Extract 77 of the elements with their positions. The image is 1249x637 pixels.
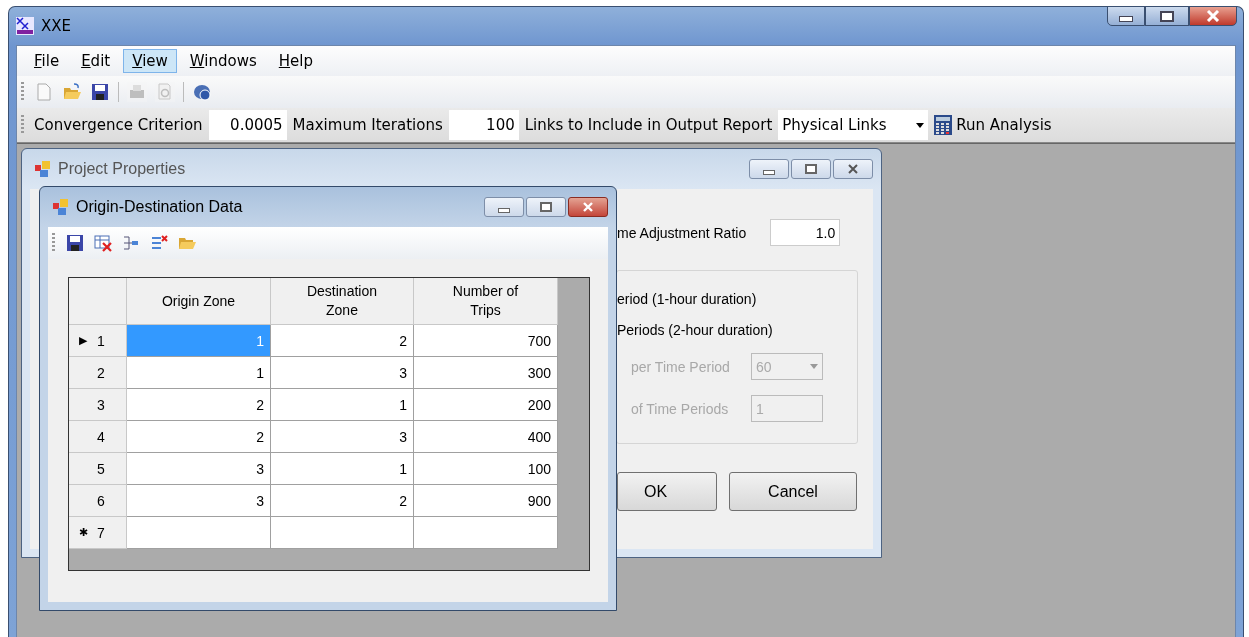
close-icon xyxy=(1206,10,1220,22)
minimize-icon xyxy=(498,207,510,213)
menu-item[interactable]: Edit xyxy=(72,49,120,73)
convergence-field[interactable]: 0.0005 xyxy=(208,110,287,140)
insert-row-icon xyxy=(121,233,141,253)
minimize-icon xyxy=(1119,16,1133,22)
row-header[interactable]: 3 xyxy=(69,389,127,421)
row-header[interactable]: ▶ 1 xyxy=(69,325,127,357)
menu-item[interactable]: View xyxy=(123,49,177,73)
table-cell[interactable] xyxy=(414,517,558,549)
table-delete-icon xyxy=(93,233,113,253)
links-dropdown[interactable]: Physical Links xyxy=(778,110,929,140)
table-cell[interactable]: 3 xyxy=(271,357,414,389)
maximize-icon xyxy=(1160,10,1174,22)
maximize-button[interactable] xyxy=(791,159,831,179)
form-icon xyxy=(52,198,70,216)
dialog-title: Project Properties xyxy=(58,160,186,178)
folder-icon xyxy=(62,82,82,102)
table-cell[interactable]: 3 xyxy=(271,421,414,453)
table-cell[interactable]: 400 xyxy=(414,421,558,453)
links-label: Links to Include in Output Report xyxy=(523,116,774,134)
ratio-label: me Adjustment Ratio xyxy=(617,224,747,241)
close-icon xyxy=(582,202,594,212)
table-cell[interactable]: 3 xyxy=(127,485,271,517)
table-cell[interactable] xyxy=(127,517,271,549)
per-period-label: per Time Period xyxy=(631,358,731,375)
table-cell[interactable]: 900 xyxy=(414,485,558,517)
dropdown-arrow-icon xyxy=(916,122,925,128)
minimize-button[interactable] xyxy=(484,197,524,217)
table-cell[interactable] xyxy=(271,517,414,549)
periods-label: of Time Periods xyxy=(631,400,730,417)
column-header[interactable]: Destination Zone xyxy=(271,278,414,325)
help-book-icon xyxy=(192,82,212,102)
window-title: Origin-Destination Data xyxy=(76,198,243,216)
table-cell[interactable]: 3 xyxy=(127,453,271,485)
maximize-button[interactable] xyxy=(526,197,566,217)
iterations-label: Maximum Iterations xyxy=(291,116,444,134)
convergence-label: Convergence Criterion xyxy=(33,116,204,134)
table-cell[interactable]: 2 xyxy=(271,325,414,357)
minimize-button[interactable] xyxy=(749,159,789,179)
table-cell[interactable]: 100 xyxy=(414,453,558,485)
minimize-button[interactable] xyxy=(1107,6,1145,26)
iterations-field[interactable]: 100 xyxy=(448,110,519,140)
column-header[interactable]: Origin Zone xyxy=(127,278,271,325)
document-icon xyxy=(34,82,54,102)
form-icon xyxy=(34,160,52,178)
table-cell[interactable]: 300 xyxy=(414,357,558,389)
table-cell[interactable]: 700 xyxy=(414,325,558,357)
table-cell[interactable]: 2 xyxy=(271,485,414,517)
minimize-icon xyxy=(763,169,775,175)
table-cell[interactable]: 1 xyxy=(127,357,271,389)
row-header[interactable]: 4 xyxy=(69,421,127,453)
app-logo-icon xyxy=(15,16,35,36)
window-title: XXE xyxy=(41,17,72,35)
row-header[interactable]: 5 xyxy=(69,453,127,485)
maximize-button[interactable] xyxy=(1145,6,1189,26)
menu-item[interactable]: Windows xyxy=(180,49,266,73)
table-cell[interactable]: 1 xyxy=(271,389,414,421)
table-cell[interactable]: 2 xyxy=(127,421,271,453)
calculator-icon xyxy=(932,114,955,136)
menu-item[interactable]: File xyxy=(25,49,69,73)
run-analysis-button[interactable]: Run Analysis xyxy=(928,114,1056,136)
table-cell[interactable]: 2 xyxy=(127,389,271,421)
menu-item[interactable]: Help xyxy=(269,49,322,73)
column-header[interactable]: Number of Trips xyxy=(414,278,558,325)
row-header[interactable]: 6 xyxy=(69,485,127,517)
close-button[interactable] xyxy=(568,197,608,217)
maximize-icon xyxy=(805,164,817,174)
row-header[interactable]: 2 xyxy=(69,357,127,389)
close-icon xyxy=(847,164,859,174)
maximize-icon xyxy=(540,202,552,212)
table-cell[interactable]: 1 xyxy=(271,453,414,485)
table-cell[interactable]: 200 xyxy=(414,389,558,421)
dropdown-arrow-icon xyxy=(810,364,818,369)
close-button[interactable] xyxy=(833,159,873,179)
close-button[interactable] xyxy=(1189,6,1237,26)
row-header[interactable]: ✱ 7 xyxy=(69,517,127,549)
